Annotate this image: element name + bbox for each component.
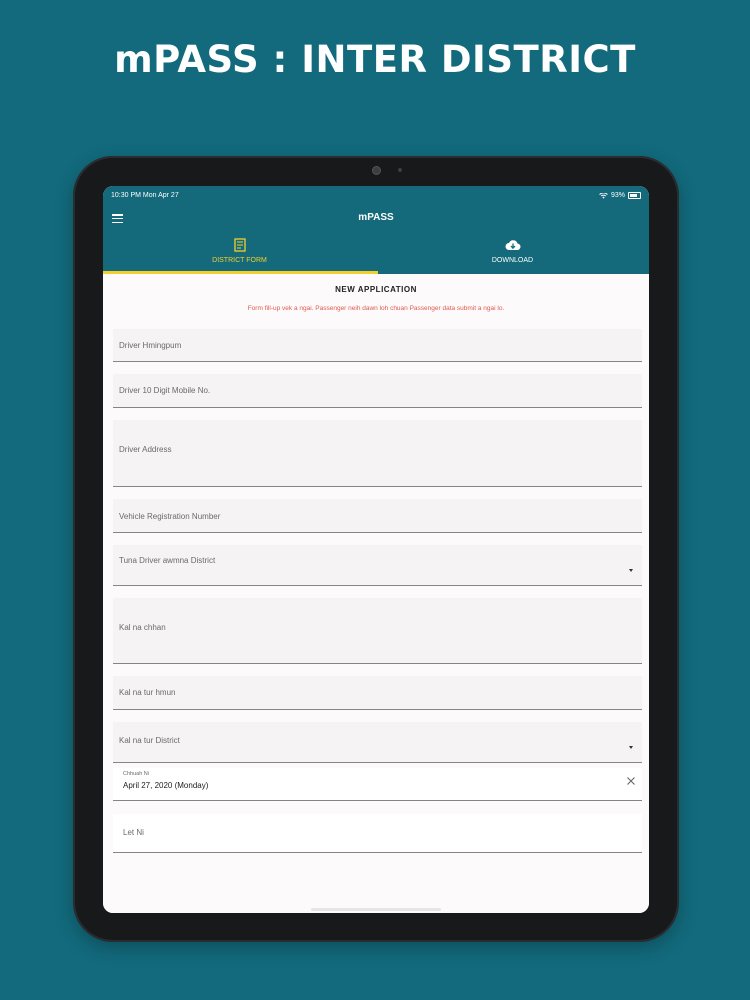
reason-field[interactable]: Kal na chhan bbox=[113, 598, 642, 664]
cloud-download-icon bbox=[505, 240, 521, 251]
vehicle-registration-label: Vehicle Registration Number bbox=[119, 512, 221, 521]
form-title: NEW APPLICATION bbox=[335, 285, 417, 294]
return-date-field[interactable]: Let Ni bbox=[113, 814, 642, 853]
departure-date-label: Chhuah Ni bbox=[123, 771, 149, 777]
dropdown-arrow-icon bbox=[629, 746, 633, 749]
form-note: Form fill-up vek a ngai. Passenger neih … bbox=[247, 305, 505, 312]
form-icon bbox=[233, 238, 246, 252]
sensor-icon bbox=[398, 168, 402, 172]
app-bar: 10:30 PM Mon Apr 27 93% mPASS DISTRICT F… bbox=[103, 186, 649, 274]
driver-name-field[interactable]: Driver Hmingpum bbox=[113, 329, 642, 362]
page-headline: mPASS : INTER DISTRICT bbox=[114, 38, 636, 81]
destination-district-select[interactable]: Kal na tur District bbox=[113, 722, 642, 763]
clear-icon[interactable] bbox=[626, 776, 636, 786]
driver-mobile-label: Driver 10 Digit Mobile No. bbox=[119, 386, 211, 395]
form-content: NEW APPLICATION Form fill-up vek a ngai.… bbox=[103, 274, 649, 913]
reason-label: Kal na chhan bbox=[119, 623, 166, 632]
wifi-icon bbox=[599, 192, 608, 199]
tab-download[interactable]: DOWNLOAD bbox=[376, 234, 649, 274]
departure-date-field[interactable]: Chhuah Ni April 27, 2020 (Monday) bbox=[113, 768, 642, 801]
app-title: mPASS bbox=[358, 212, 394, 223]
app-screen: 10:30 PM Mon Apr 27 93% mPASS DISTRICT F… bbox=[103, 186, 649, 913]
departure-date-value: April 27, 2020 (Monday) bbox=[123, 781, 209, 790]
status-bar: 10:30 PM Mon Apr 27 93% bbox=[111, 192, 641, 204]
home-indicator bbox=[311, 908, 441, 911]
vehicle-registration-field[interactable]: Vehicle Registration Number bbox=[113, 499, 642, 533]
tab-district-form[interactable]: DISTRICT FORM bbox=[103, 234, 376, 274]
destination-district-label: Kal na tur District bbox=[119, 736, 180, 745]
dropdown-arrow-icon bbox=[629, 569, 633, 572]
driver-address-label: Driver Address bbox=[119, 445, 172, 454]
camera-icon bbox=[372, 166, 381, 175]
return-date-label: Let Ni bbox=[123, 828, 144, 837]
status-time: 10:30 PM Mon Apr 27 bbox=[111, 192, 179, 199]
destination-label: Kal na tur hmun bbox=[119, 688, 176, 697]
tab-district-form-label: DISTRICT FORM bbox=[212, 257, 267, 264]
tab-download-label: DOWNLOAD bbox=[491, 257, 534, 264]
battery-icon bbox=[628, 192, 641, 199]
driver-name-label: Driver Hmingpum bbox=[119, 341, 182, 350]
status-right: 93% bbox=[599, 192, 641, 199]
destination-field[interactable]: Kal na tur hmun bbox=[113, 676, 642, 710]
driver-mobile-field[interactable]: Driver 10 Digit Mobile No. bbox=[113, 374, 642, 408]
driver-address-field[interactable]: Driver Address bbox=[113, 420, 642, 487]
battery-percent: 93% bbox=[610, 192, 625, 199]
driver-district-label: Tuna Driver awmna District bbox=[119, 556, 216, 565]
driver-district-select[interactable]: Tuna Driver awmna District bbox=[113, 545, 642, 586]
